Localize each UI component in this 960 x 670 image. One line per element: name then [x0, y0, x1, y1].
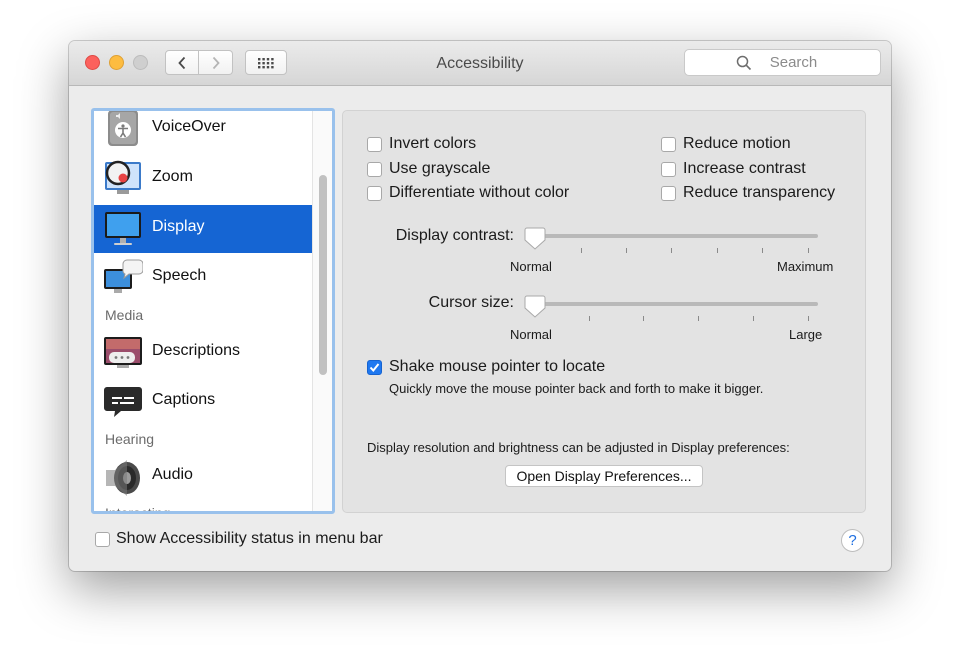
- voiceover-icon: [108, 111, 138, 146]
- reduce-transparency-checkbox[interactable]: [661, 186, 676, 201]
- contrast-max-label: Maximum: [777, 259, 834, 274]
- use-grayscale-label[interactable]: Use grayscale: [389, 160, 490, 178]
- invert-colors-checkbox[interactable]: [367, 137, 382, 152]
- display-icon: [105, 212, 141, 245]
- sidebar-item-zoom[interactable]: Zoom: [94, 155, 312, 203]
- audio-icon: [106, 460, 140, 496]
- display-contrast-label: Display contrast:: [395, 227, 514, 244]
- descriptions-icon: [104, 337, 142, 368]
- preferences-window: Accessibility VoiceOver: [69, 41, 891, 571]
- cursor-slider-knob[interactable]: [524, 294, 546, 318]
- slider-tick: [808, 316, 809, 321]
- increase-contrast-label[interactable]: Increase contrast: [683, 160, 806, 178]
- sidebar-item-label: VoiceOver: [152, 118, 226, 135]
- help-button[interactable]: ?: [841, 529, 864, 552]
- title-bar: Accessibility: [69, 41, 891, 86]
- captions-icon: [104, 387, 142, 417]
- sidebar-item-label: Audio: [152, 466, 193, 483]
- sidebar-item-audio[interactable]: Audio: [94, 453, 312, 501]
- slider-tick: [808, 248, 809, 253]
- cursor-min-label: Normal: [510, 327, 552, 342]
- zoom-icon: [105, 160, 141, 194]
- shake-mouse-checkbox[interactable]: [367, 360, 382, 375]
- shake-mouse-description: Quickly move the mouse pointer back and …: [389, 381, 764, 396]
- slider-tick: [753, 316, 754, 321]
- reduce-motion-label[interactable]: Reduce motion: [683, 135, 791, 153]
- reduce-motion-checkbox[interactable]: [661, 137, 676, 152]
- sidebar-section-interacting: Interacting: [105, 505, 171, 514]
- slider-tick: [717, 248, 718, 253]
- sidebar-item-label: Speech: [152, 267, 207, 284]
- sidebar-section-hearing: Hearing: [105, 431, 155, 447]
- scrollbar-thumb[interactable]: [319, 175, 327, 375]
- display-settings-panel: Invert colors Use grayscale Differentiat…: [342, 110, 866, 513]
- sidebar-item-captions[interactable]: Captions: [94, 378, 312, 426]
- slider-tick: [581, 248, 582, 253]
- contrast-slider-knob[interactable]: [524, 226, 546, 250]
- search-field[interactable]: [684, 49, 881, 76]
- cursor-max-label: Large: [789, 327, 823, 342]
- slider-tick: [643, 316, 644, 321]
- slider-tick: [762, 248, 763, 253]
- speech-icon: [104, 259, 143, 293]
- sidebar-item-descriptions[interactable]: Descriptions: [94, 329, 312, 377]
- sidebar-item-label: Display: [152, 218, 205, 235]
- reduce-transparency-label[interactable]: Reduce transparency: [683, 184, 835, 202]
- open-display-preferences-button[interactable]: Open Display Preferences...: [505, 465, 703, 487]
- resolution-note: Display resolution and brightness can be…: [367, 440, 790, 455]
- increase-contrast-checkbox[interactable]: [661, 162, 676, 177]
- sidebar-item-label: Descriptions: [152, 342, 241, 359]
- slider-tick: [626, 248, 627, 253]
- contrast-slider-track[interactable]: [528, 234, 818, 238]
- sidebar-item-label: Captions: [152, 391, 216, 408]
- sidebar-item-display[interactable]: Display: [94, 205, 312, 253]
- show-status-menu-bar-label[interactable]: Show Accessibility status in menu bar: [116, 530, 383, 548]
- use-grayscale-checkbox[interactable]: [367, 162, 382, 177]
- sidebar-item-label: Zoom: [152, 168, 193, 185]
- slider-tick: [698, 316, 699, 321]
- differentiate-without-color-checkbox[interactable]: [367, 186, 382, 201]
- shake-mouse-label[interactable]: Shake mouse pointer to locate: [389, 358, 605, 376]
- slider-tick: [589, 316, 590, 321]
- cursor-size-label: Cursor size:: [428, 294, 514, 311]
- invert-colors-label[interactable]: Invert colors: [389, 135, 476, 153]
- category-sidebar[interactable]: VoiceOver Zoom Display Speech Media Desc…: [91, 108, 335, 514]
- sidebar-item-speech[interactable]: Speech: [94, 254, 312, 302]
- show-status-menu-bar-checkbox[interactable]: [95, 532, 110, 547]
- search-input[interactable]: [685, 50, 880, 75]
- differentiate-without-color-label[interactable]: Differentiate without color: [389, 184, 569, 202]
- cursor-slider-track[interactable]: [528, 302, 818, 306]
- contrast-min-label: Normal: [510, 259, 552, 274]
- checkmark-icon: [369, 363, 380, 373]
- sidebar-scrollbar[interactable]: [312, 111, 332, 511]
- slider-tick: [671, 248, 672, 253]
- sidebar-section-media: Media: [105, 307, 144, 323]
- sidebar-item-voiceover[interactable]: VoiceOver: [94, 111, 312, 153]
